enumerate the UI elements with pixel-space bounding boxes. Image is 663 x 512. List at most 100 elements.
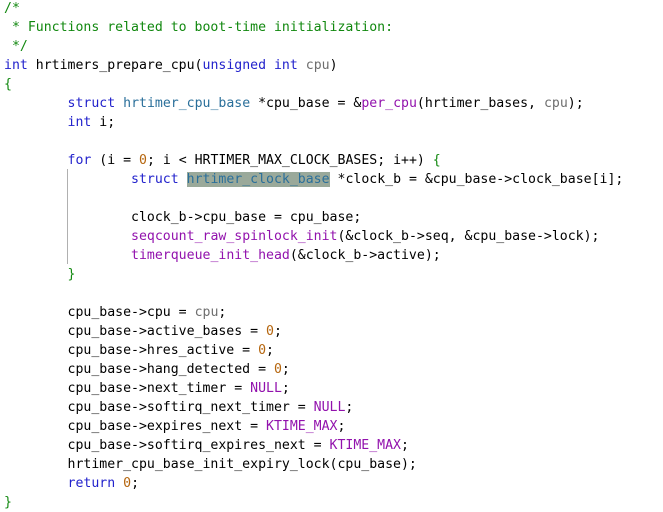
code-token: per_cpu: [361, 96, 417, 111]
code-token: 0: [273, 362, 282, 377]
code-token: 0: [258, 343, 267, 358]
code-line[interactable]: cpu_base->cpu = cpu;: [4, 303, 663, 322]
indent-guide: [67, 169, 68, 264]
code-token: seqcount_raw_spinlock_init: [131, 229, 338, 244]
code-token: ; i < HRTIMER_MAX_CLOCK_BASES; i++): [146, 153, 433, 168]
code-line[interactable]: cpu_base->active_bases = 0;: [4, 322, 663, 341]
code-token: int: [67, 115, 92, 130]
code-token: {: [4, 77, 12, 92]
code-token: i;: [91, 115, 116, 130]
code-line[interactable]: cpu_base->softirq_next_timer = NULL;: [4, 398, 663, 417]
code-token: (hrtimer_bases,: [416, 96, 544, 111]
code-token: NULL: [313, 400, 346, 415]
code-token: hrtimers_prepare_cpu(: [27, 58, 203, 73]
code-line[interactable]: cpu_base->hang_detected = 0;: [4, 360, 663, 379]
code-token: {: [432, 153, 441, 168]
code-token: KTIME_MAX: [266, 419, 338, 434]
code-token: (&clock_b->active);: [289, 248, 441, 263]
code-token: 0: [123, 476, 132, 491]
code-token: *cpu_base = &: [250, 96, 362, 111]
code-token: int: [273, 58, 298, 73]
code-token: cpu_base->expires_next =: [4, 419, 267, 434]
code-token: KTIME_MAX: [329, 438, 401, 453]
code-line[interactable]: }: [4, 265, 663, 284]
code-token: );: [567, 96, 584, 111]
code-token: ;: [273, 324, 282, 339]
code-token: timerqueue_init_head: [131, 248, 290, 263]
code-token: 0: [139, 153, 147, 168]
code-token: *clock_b = &cpu_base->clock_base[i];: [329, 172, 624, 187]
code-token: hrtimer_cpu_base_init_expiry_lock(cpu_ba…: [4, 457, 417, 472]
code-line[interactable]: seqcount_raw_spinlock_init(&clock_b->seq…: [4, 227, 663, 246]
code-token: struct: [131, 172, 179, 187]
code-token: return: [67, 476, 116, 491]
code-token: ): [329, 58, 338, 73]
code-line[interactable]: hrtimer_cpu_base_init_expiry_lock(cpu_ba…: [4, 455, 663, 474]
code-line[interactable]: [4, 189, 663, 208]
code-token: cpu_base->next_timer =: [4, 381, 251, 396]
code-token: cpu_base->softirq_expires_next =: [4, 438, 330, 453]
code-line[interactable]: * Functions related to boot-time initial…: [4, 18, 663, 37]
code-editor[interactable]: /* * Functions related to boot-time init…: [4, 0, 663, 512]
code-token: cpu_base->hres_active =: [4, 343, 259, 358]
code-token: ;: [337, 419, 346, 434]
code-token: * Functions related to boot-time initial…: [4, 20, 394, 35]
code-token: cpu: [194, 305, 219, 320]
code-token: ;: [266, 343, 274, 358]
code-token: ;: [401, 438, 409, 453]
code-token: cpu_base->active_bases =: [4, 324, 267, 339]
code-line[interactable]: struct hrtimer_clock_base *clock_b = &cp…: [4, 170, 663, 189]
code-token: cpu_base->cpu =: [4, 305, 195, 320]
code-token: ;: [345, 400, 354, 415]
code-token: }: [4, 495, 12, 510]
code-token: cpu: [543, 96, 568, 111]
code-line[interactable]: timerqueue_init_head(&clock_b->active);: [4, 246, 663, 265]
code-token: cpu_base->softirq_next_timer =: [4, 400, 314, 415]
code-line[interactable]: {: [4, 75, 663, 94]
code-token: struct: [67, 96, 116, 111]
code-token: hrtimer_cpu_base: [123, 96, 251, 111]
code-token: 0: [266, 324, 274, 339]
code-token: for: [67, 153, 92, 168]
code-line[interactable]: cpu_base->softirq_expires_next = KTIME_M…: [4, 436, 663, 455]
code-token: ;: [131, 476, 140, 491]
code-line[interactable]: /*: [4, 0, 663, 18]
code-line[interactable]: struct hrtimer_cpu_base *cpu_base = &per…: [4, 94, 663, 113]
code-line[interactable]: cpu_base->next_timer = NULL;: [4, 379, 663, 398]
code-line[interactable]: return 0;: [4, 474, 663, 493]
code-token: int: [4, 58, 28, 73]
code-token: cpu_base->hang_detected =: [4, 362, 274, 377]
code-token: (i =: [91, 153, 139, 168]
code-line[interactable]: [4, 132, 663, 151]
code-line[interactable]: [4, 284, 663, 303]
code-line[interactable]: clock_b->cpu_base = cpu_base;: [4, 208, 663, 227]
code-line[interactable]: }: [4, 493, 663, 512]
code-line[interactable]: int hrtimers_prepare_cpu(unsigned int cp…: [4, 56, 663, 75]
code-token: ;: [281, 362, 290, 377]
code-line[interactable]: cpu_base->hres_active = 0;: [4, 341, 663, 360]
code-line[interactable]: cpu_base->expires_next = KTIME_MAX;: [4, 417, 663, 436]
code-line[interactable]: for (i = 0; i < HRTIMER_MAX_CLOCK_BASES;…: [4, 151, 663, 170]
code-token: cpu: [305, 58, 330, 73]
code-token: */: [4, 39, 28, 54]
code-token: (&clock_b->seq, &cpu_base->lock);: [337, 229, 600, 244]
code-line[interactable]: int i;: [4, 113, 663, 132]
code-token: clock_b->cpu_base = cpu_base;: [4, 210, 362, 225]
selected-token: hrtimer_clock_base: [186, 172, 330, 187]
code-token: NULL: [250, 381, 282, 396]
code-token: unsigned: [202, 58, 267, 73]
code-line[interactable]: */: [4, 37, 663, 56]
code-token: }: [67, 267, 76, 282]
code-token: ;: [218, 305, 227, 320]
code-token: /*: [4, 1, 20, 16]
